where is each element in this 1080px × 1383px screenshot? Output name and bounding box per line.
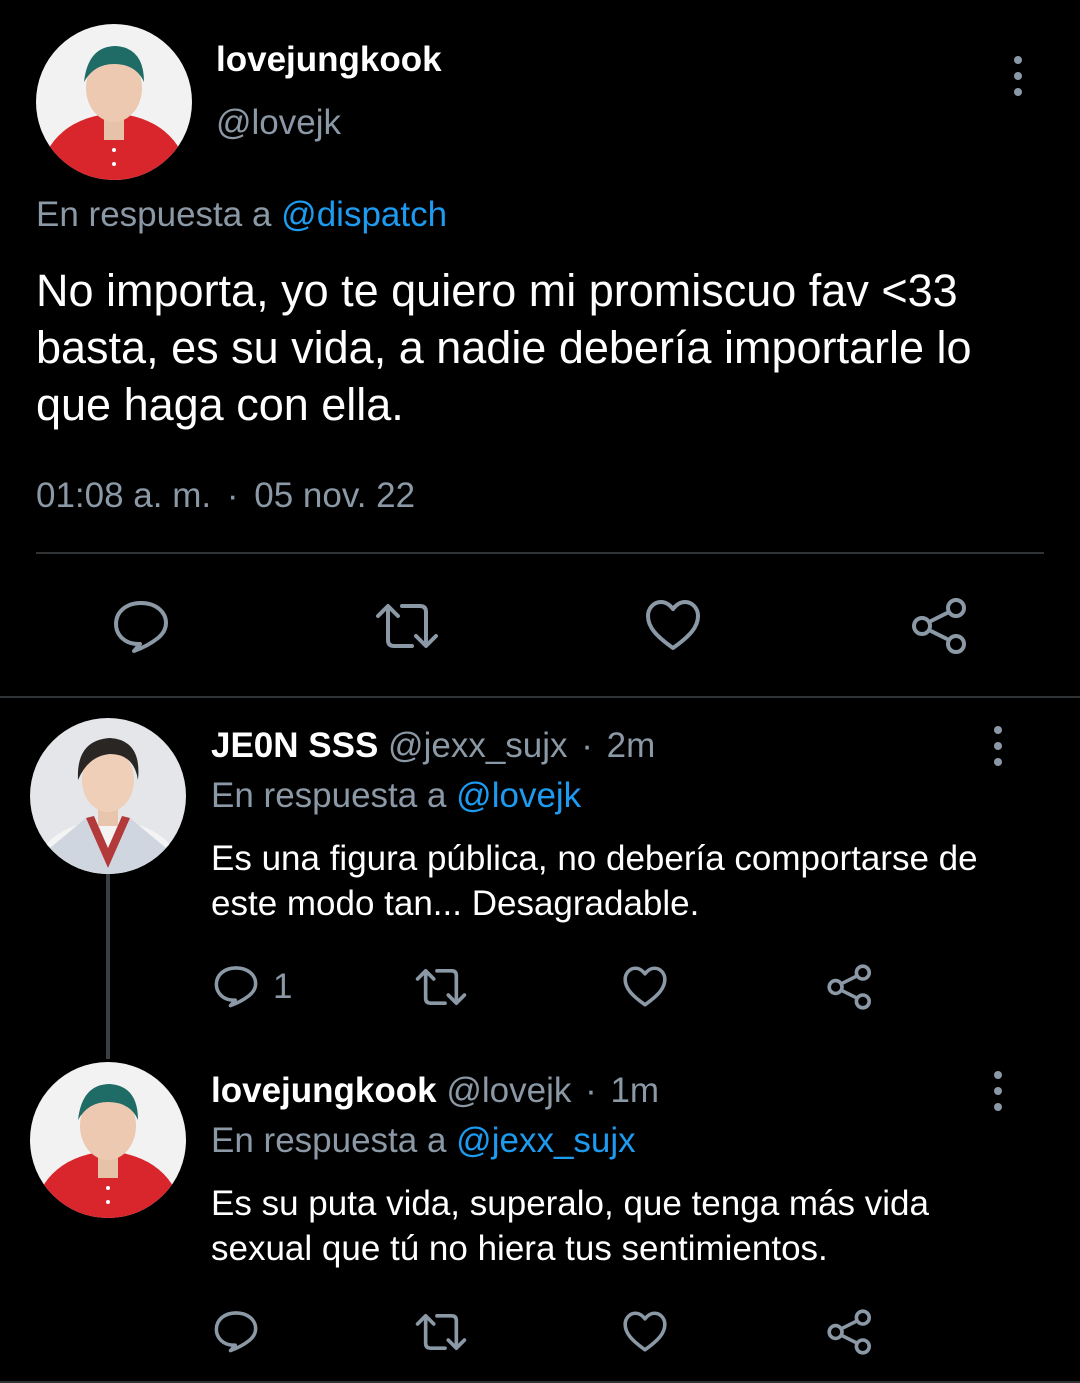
retweet-arrows-icon <box>415 1314 467 1350</box>
tweet-time: 01:08 a. m. <box>36 476 212 515</box>
reply-author-name[interactable]: JE0N SSS <box>211 726 378 765</box>
reply-age: 2m <box>606 726 656 765</box>
vertical-ellipsis-icon[interactable] <box>992 1071 1004 1111</box>
main-author-name[interactable]: lovejungkook <box>216 40 442 80</box>
thread-connector-line <box>106 874 110 1059</box>
header-separator: · <box>581 726 593 765</box>
reply-button[interactable] <box>112 598 170 654</box>
reply-context: En respuesta a @jexx_sujx <box>211 1121 636 1161</box>
reply-author-avatar[interactable] <box>30 1062 186 1218</box>
like-button[interactable] <box>622 965 668 1008</box>
timestamp-separator: · <box>226 476 239 515</box>
header-separator: · <box>585 1071 597 1110</box>
retweet-arrows-icon <box>376 604 438 648</box>
speech-bubble-icon <box>114 601 168 653</box>
heart-icon <box>646 600 700 650</box>
retweet-button[interactable] <box>414 966 468 1008</box>
share-nodes-icon <box>827 964 871 1010</box>
main-tweet-timestamp: 01:08 a. m. · 05 nov. 22 <box>36 476 415 516</box>
tweet-date: 05 nov. 22 <box>254 476 416 515</box>
like-button[interactable] <box>622 1310 668 1353</box>
heart-icon <box>623 1311 667 1352</box>
retweet-button[interactable] <box>374 600 440 652</box>
reply-text: Es una figura pública, no debería compor… <box>211 839 978 923</box>
main-author-handle[interactable]: @lovejk <box>216 103 341 143</box>
retweet-button[interactable] <box>414 1311 468 1353</box>
vertical-ellipsis-icon[interactable] <box>992 726 1004 766</box>
reply-age: 1m <box>610 1071 660 1110</box>
reply-count: 1 <box>273 967 293 1006</box>
reply-author-avatar[interactable] <box>30 718 186 874</box>
share-button[interactable] <box>826 963 874 1011</box>
reply-prefix: En respuesta a <box>211 1121 447 1160</box>
reply-mention-link[interactable]: @jexx_sujx <box>456 1121 635 1160</box>
reply-button[interactable] <box>213 1309 259 1353</box>
reply-button[interactable] <box>213 964 259 1008</box>
reply-mention-link[interactable]: @dispatch <box>281 195 447 234</box>
reply-prefix: En respuesta a <box>211 776 447 815</box>
reply-author-handle[interactable]: @lovejk <box>446 1071 571 1110</box>
reply-author-handle[interactable]: @jexx_sujx <box>388 726 567 765</box>
heart-icon <box>623 966 667 1007</box>
vertical-ellipsis-icon[interactable] <box>1012 56 1024 96</box>
retweet-arrows-icon <box>415 969 467 1005</box>
share-button[interactable] <box>826 1308 874 1356</box>
main-reply-context: En respuesta a @dispatch <box>36 195 447 235</box>
share-nodes-icon <box>827 1309 871 1355</box>
speech-bubble-icon <box>214 966 258 1008</box>
tweet-thread-page: lovejungkook @lovejk En respuesta a @dis… <box>0 0 1080 1383</box>
like-button[interactable] <box>644 598 702 652</box>
reply-header: lovejungkook @lovejk · 1m <box>211 1071 659 1111</box>
share-button[interactable] <box>910 596 970 656</box>
divider <box>36 552 1044 554</box>
reply-prefix: En respuesta a <box>36 195 272 234</box>
reply-text: Es su puta vida, superalo, que tenga más… <box>211 1184 929 1268</box>
reply-header: JE0N SSS @jexx_sujx · 2m <box>211 726 655 766</box>
section-divider <box>0 696 1080 698</box>
reply-author-name[interactable]: lovejungkook <box>211 1071 437 1110</box>
main-author-avatar[interactable] <box>36 24 192 180</box>
reply-mention-link[interactable]: @lovejk <box>456 776 581 815</box>
main-tweet-text: No importa, yo te quiero mi promiscuo fa… <box>36 265 972 430</box>
speech-bubble-icon <box>214 1311 258 1353</box>
reply-context: En respuesta a @lovejk <box>211 776 581 816</box>
share-nodes-icon <box>912 598 966 654</box>
